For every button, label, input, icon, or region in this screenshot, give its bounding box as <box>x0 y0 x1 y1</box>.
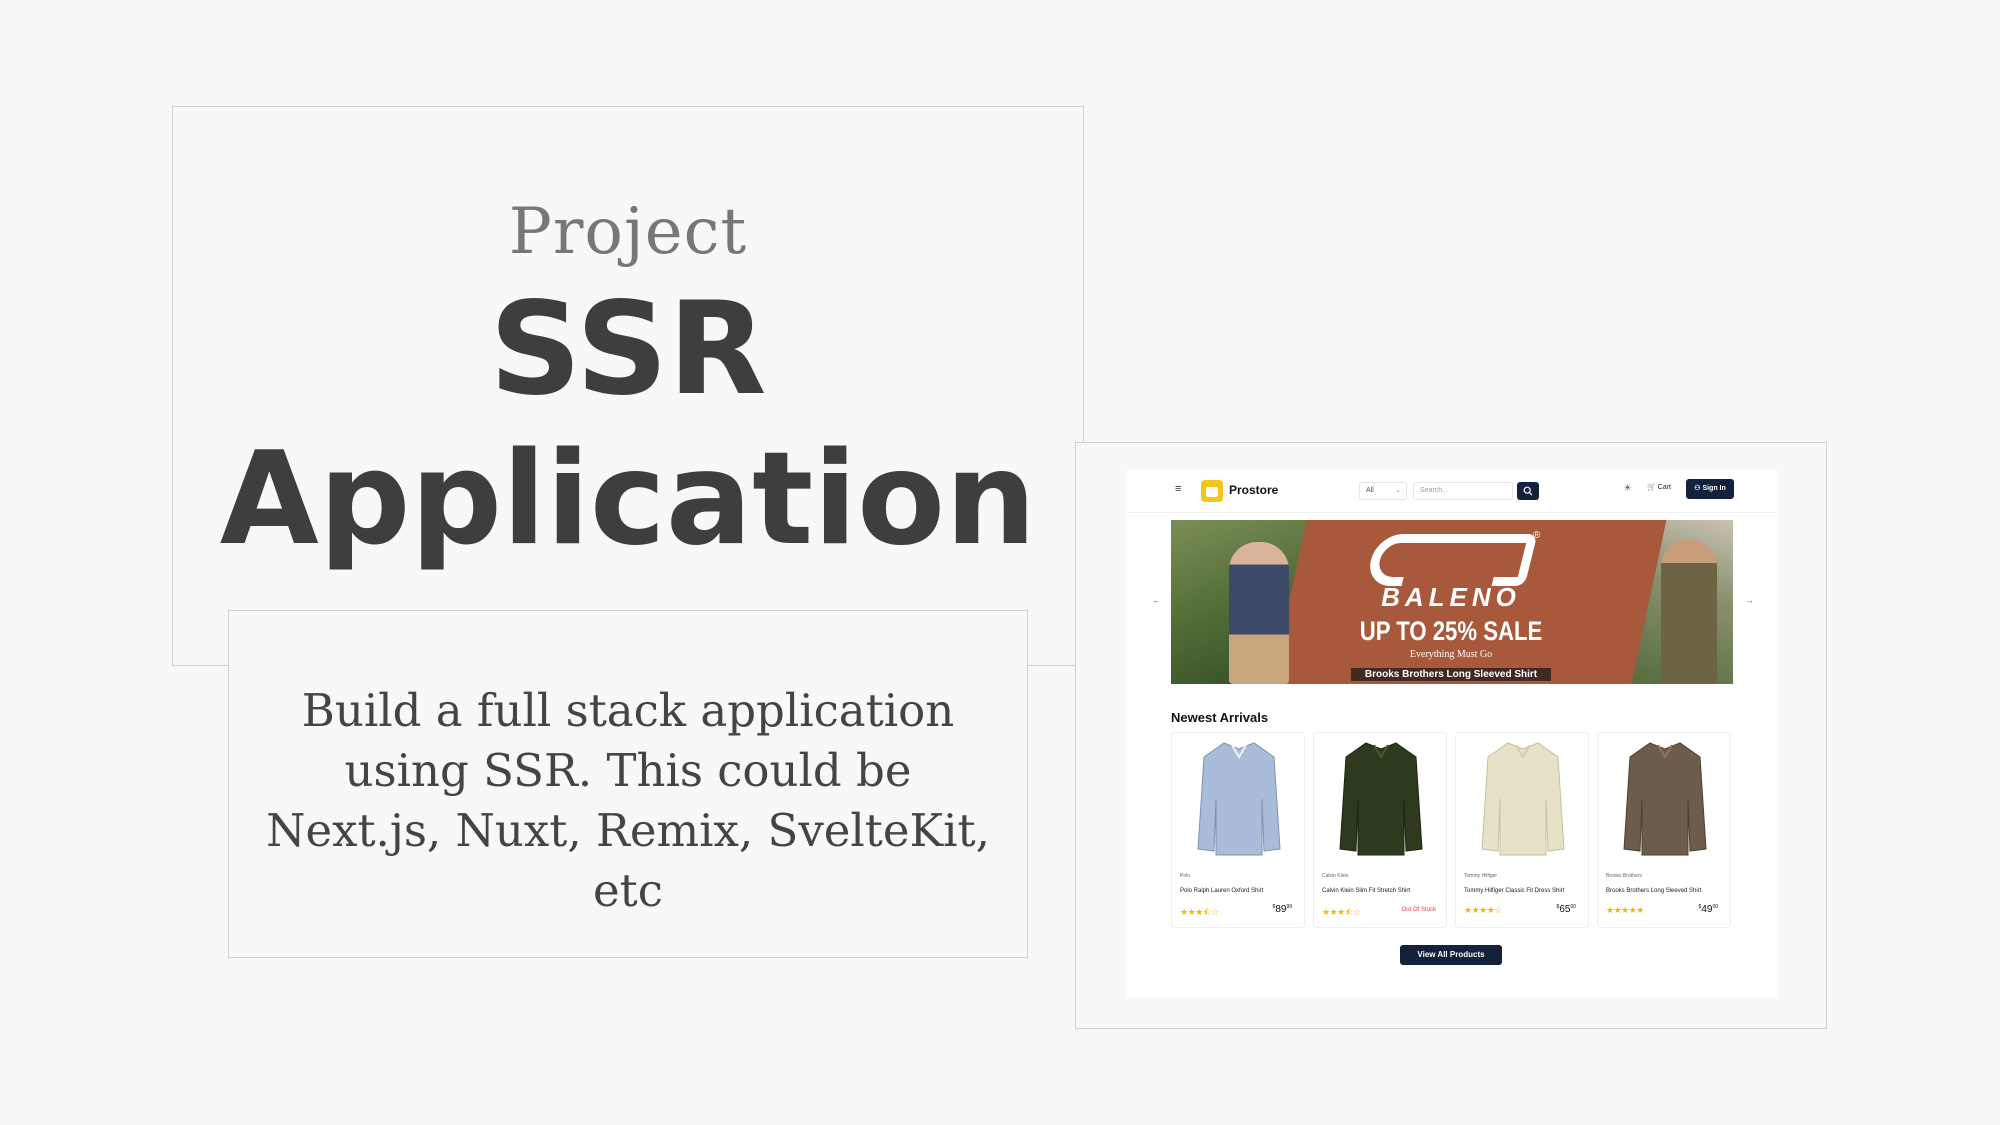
cart-icon: 🛒 <box>1647 484 1656 491</box>
sun-icon[interactable]: ☀ <box>1623 483 1632 494</box>
product-card[interactable]: Polo Polo Ralph Lauren Oxford Shirt ★★★⯪… <box>1171 732 1305 928</box>
banner-sale-text: UP TO 25% SALE <box>1359 616 1543 646</box>
site-header: ≡ Prostore All ⌄ Search... ☀ 🛒 Cart ⚇ Si… <box>1127 470 1777 513</box>
slide-title-line2: Application <box>219 425 1037 574</box>
banner-subline: Everything Must Go <box>1409 649 1493 660</box>
store-logo-icon[interactable] <box>1201 480 1223 502</box>
price-main: 65 <box>1559 904 1571 915</box>
title-panel: Project SSR Application <box>172 106 1084 666</box>
rating-stars: ★★★★★ <box>1606 905 1644 915</box>
product-brand: Tommy Hilfiger <box>1464 873 1498 879</box>
chevron-down-icon: ⌄ <box>1395 487 1401 494</box>
screenshot-panel: ≡ Prostore All ⌄ Search... ☀ 🛒 Cart ⚇ Si… <box>1075 442 1827 1029</box>
banner-caption: Brooks Brothers Long Sleeved Shirt <box>1351 668 1551 681</box>
description-panel: Build a full stack application using SSR… <box>228 610 1028 958</box>
product-card[interactable]: Tommy Hilfiger Tommy Hilfiger Classic Fi… <box>1455 732 1589 928</box>
website-screenshot: ≡ Prostore All ⌄ Search... ☀ 🛒 Cart ⚇ Si… <box>1127 470 1777 997</box>
baleno-logo-icon <box>1364 534 1538 586</box>
sign-in-button[interactable]: ⚇ Sign In <box>1686 479 1734 499</box>
chevron-right-icon[interactable]: → <box>1745 595 1754 605</box>
cart-button[interactable]: 🛒 Cart <box>1647 483 1671 491</box>
user-icon: ⚇ <box>1694 485 1701 492</box>
product-name[interactable]: Brooks Brothers Long Sleeved Shirt <box>1606 888 1701 894</box>
product-card[interactable]: Calvin Klein Calvin Klein Slim Fit Stret… <box>1313 732 1447 928</box>
search-input[interactable]: Search... <box>1413 482 1513 500</box>
product-price: $4900 <box>1699 904 1718 915</box>
product-brand: Calvin Klein <box>1322 873 1349 879</box>
price-cents: 00 <box>1570 904 1576 910</box>
slide-description: Build a full stack application using SSR… <box>266 684 990 917</box>
price-cents: 99 <box>1286 904 1292 910</box>
hero-banner[interactable]: ® BALENO UP TO 25% SALE Everything Must … <box>1171 520 1733 684</box>
price-cents: 00 <box>1712 904 1718 910</box>
product-image[interactable] <box>1620 739 1710 857</box>
category-select[interactable]: All ⌄ <box>1359 482 1407 500</box>
sign-in-label: Sign In <box>1702 485 1726 492</box>
category-select-value: All <box>1366 487 1374 494</box>
product-name[interactable]: Polo Ralph Lauren Oxford Shirt <box>1180 888 1263 894</box>
view-all-products-button[interactable]: View All Products <box>1400 945 1502 965</box>
product-price: $6500 <box>1557 904 1576 915</box>
product-brand: Brooks Brothers <box>1606 873 1642 879</box>
product-name[interactable]: Tommy Hilfiger Classic Fit Dress Shirt <box>1464 888 1564 894</box>
banner-logo-text: BALENO <box>1381 582 1521 612</box>
slide-kicker: Project <box>508 195 748 269</box>
cart-label: Cart <box>1657 484 1671 491</box>
search-icon <box>1523 486 1533 496</box>
store-brand[interactable]: Prostore <box>1229 483 1278 497</box>
product-brand: Polo <box>1180 873 1191 879</box>
slide-title-line1: SSR <box>489 275 767 424</box>
product-name[interactable]: Calvin Klein Slim Fit Stretch Shirt <box>1322 888 1410 894</box>
product-image[interactable] <box>1194 739 1284 857</box>
search-button[interactable] <box>1517 482 1539 500</box>
price-main: 89 <box>1275 904 1287 915</box>
chevron-left-icon[interactable]: ← <box>1152 595 1161 605</box>
search-placeholder: Search... <box>1420 487 1449 494</box>
product-image[interactable] <box>1478 739 1568 857</box>
banner-model-right <box>1661 540 1717 684</box>
rating-stars: ★★★⯪☆ <box>1322 907 1361 917</box>
section-title: Newest Arrivals <box>1171 710 1269 725</box>
product-price: $8999 <box>1273 904 1292 915</box>
rating-stars: ★★★⯪☆ <box>1180 907 1219 917</box>
product-image[interactable] <box>1336 739 1426 857</box>
rating-stars: ★★★★☆ <box>1464 905 1502 915</box>
stock-status: Out Of Stock <box>1401 907 1436 913</box>
registered-mark: ® <box>1533 530 1541 541</box>
menu-icon[interactable]: ≡ <box>1175 483 1181 495</box>
banner-model-left <box>1229 542 1289 684</box>
product-card[interactable]: Brooks Brothers Brooks Brothers Long Sle… <box>1597 732 1731 928</box>
price-main: 49 <box>1701 904 1713 915</box>
